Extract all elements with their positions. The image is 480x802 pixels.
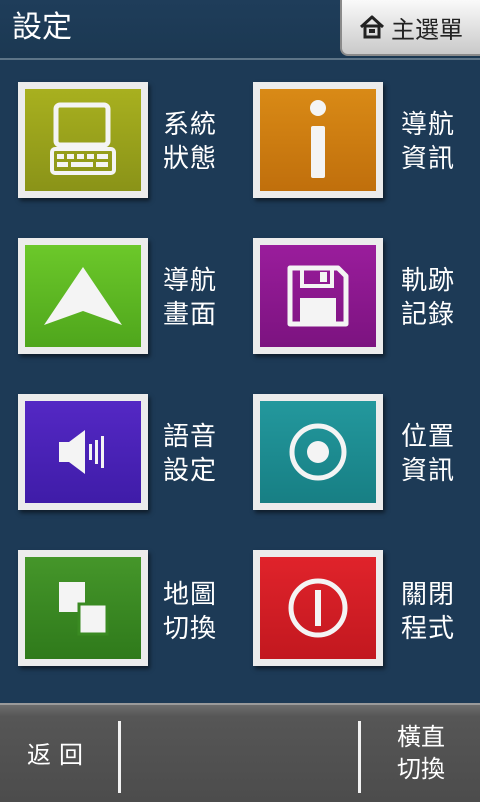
arrow-up-icon — [44, 267, 122, 325]
header-bar: 設定 主選單 — [0, 0, 480, 60]
tile-label-system-status: 系統狀態 — [163, 110, 218, 174]
tile-map-switch[interactable] — [18, 550, 148, 666]
tile-close-program[interactable] — [253, 550, 383, 666]
power-icon — [288, 578, 348, 638]
tile-track-log[interactable] — [253, 238, 383, 354]
tile-track-log-face — [260, 245, 376, 347]
toolbar-divider-left — [118, 721, 121, 793]
bottom-toolbar: 返回 橫直切換 — [0, 703, 480, 802]
tile-voice-settings[interactable] — [18, 394, 148, 510]
toolbar-divider-right — [358, 721, 361, 793]
tile-label-navigation-screen: 導航畫面 — [163, 266, 218, 330]
home-icon — [359, 15, 385, 39]
tile-location-info[interactable] — [253, 394, 383, 510]
tile-close-program-face — [260, 557, 376, 659]
location-target-icon — [289, 423, 347, 481]
computer-icon — [50, 102, 116, 175]
tile-navigation-info[interactable] — [253, 82, 383, 198]
tile-label-map-switch: 地圖切換 — [163, 580, 218, 644]
map-switch-icon — [59, 582, 109, 636]
tile-navigation-screen[interactable] — [18, 238, 148, 354]
speaker-icon — [59, 430, 104, 474]
tile-label-close-program: 關閉程式 — [401, 580, 456, 644]
tile-system-status[interactable] — [18, 82, 148, 198]
tile-navigation-screen-face — [25, 245, 141, 347]
tile-label-location-info: 位置資訊 — [401, 422, 456, 486]
tile-map-switch-face — [25, 557, 141, 659]
main-menu-button[interactable]: 主選單 — [340, 0, 480, 56]
tile-location-info-face — [260, 401, 376, 503]
tile-label-track-log: 軌跡記錄 — [401, 266, 456, 330]
main-menu-label: 主選單 — [391, 15, 463, 44]
rotate-orientation-label: 橫直切換 — [397, 722, 445, 783]
tile-voice-settings-face — [25, 401, 141, 503]
tile-system-status-face — [25, 89, 141, 191]
tile-navigation-info-face — [260, 89, 376, 191]
info-icon — [310, 100, 326, 178]
floppy-disk-icon — [287, 265, 349, 327]
tile-label-voice-settings: 語音設定 — [163, 422, 218, 486]
back-button[interactable]: 返回 — [0, 705, 118, 800]
rotate-orientation-button[interactable]: 橫直切換 — [362, 705, 480, 800]
tile-label-navigation-info: 導航資訊 — [401, 110, 456, 174]
page-title: 設定 — [12, 10, 72, 45]
